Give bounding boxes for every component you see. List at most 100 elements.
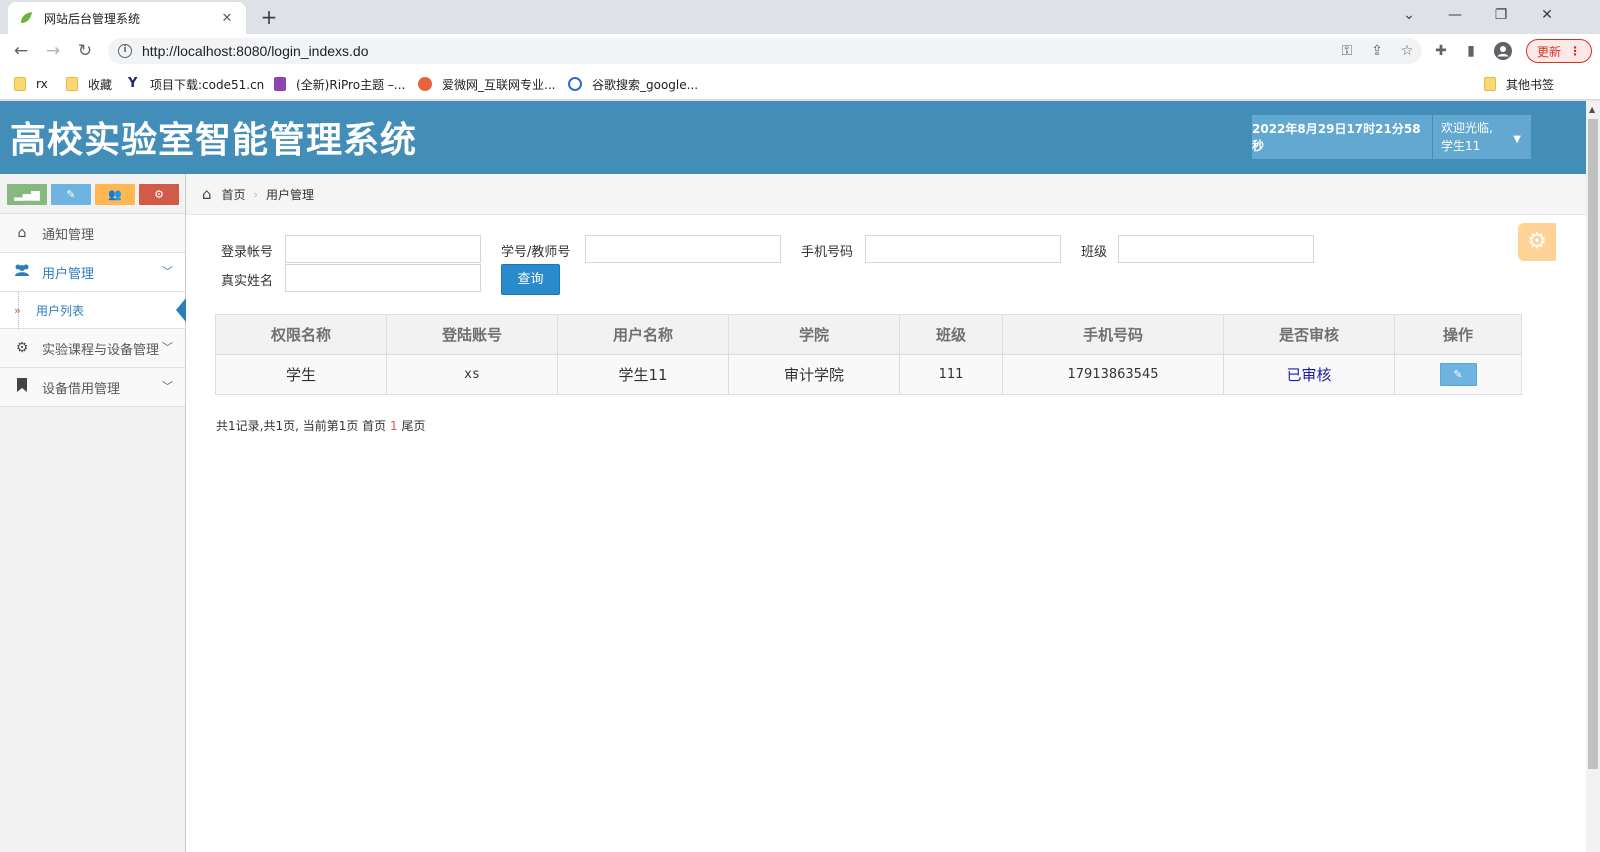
- user-table: 权限名称 登陆账号 用户名称 学院 班级 手机号码 是否审核 操作 学生 xs …: [215, 314, 1522, 395]
- breadcrumb-home[interactable]: 首页: [222, 186, 246, 203]
- site-ripro-icon: [274, 77, 286, 91]
- spring-leaf-icon: [18, 10, 34, 26]
- sidebar-item-notice[interactable]: ⌂ 通知管理: [0, 214, 185, 253]
- datetime-display: 2022年8月29日17时21分58秒: [1252, 115, 1432, 159]
- breadcrumb-separator: ›: [253, 187, 258, 201]
- share-icon[interactable]: ⇪: [1362, 43, 1392, 59]
- scroll-thumb[interactable]: [1588, 119, 1598, 769]
- pencil-icon[interactable]: ✎: [51, 184, 91, 205]
- info-icon[interactable]: i: [118, 44, 132, 58]
- bookmark-label: rx: [36, 77, 48, 91]
- menu-dots-icon: ⋮: [1569, 44, 1581, 58]
- sidebar-item-borrow[interactable]: 设备借用管理 ﹀: [0, 368, 185, 407]
- active-indicator: [176, 298, 186, 322]
- bookmark-item[interactable]: Y 项目下载:code51.cn: [128, 75, 264, 93]
- class-input[interactable]: [1118, 235, 1314, 263]
- chevron-down-icon: ﹀: [162, 341, 173, 354]
- site-aiweiwang-icon: [418, 77, 432, 91]
- column-header: 学院: [728, 314, 900, 355]
- update-label: 更新: [1536, 44, 1561, 59]
- restore-icon[interactable]: ❐: [1478, 0, 1524, 30]
- sidebar-item-user-list[interactable]: » 用户列表: [0, 292, 186, 329]
- folder-icon: [1484, 77, 1496, 91]
- other-bookmarks[interactable]: 其他书签: [1484, 75, 1554, 93]
- column-header: 手机号码: [1002, 314, 1224, 355]
- bookmark-icon: [12, 378, 32, 396]
- user-menu[interactable]: 欢迎光临, 学生11 ▼: [1433, 115, 1531, 159]
- profile-icon[interactable]: [1490, 38, 1516, 64]
- extensions-icon[interactable]: ✚: [1428, 38, 1454, 64]
- signal-icon[interactable]: ▂▄▆: [7, 184, 47, 205]
- pager-last[interactable]: 尾页: [401, 419, 425, 433]
- student-no-input[interactable]: [585, 235, 781, 263]
- phone-input[interactable]: [865, 235, 1061, 263]
- browser-toolbar: ← → ↻ i http://localhost:8080/login_inde…: [0, 34, 1600, 68]
- app-title: 高校实验室智能管理系统: [10, 119, 418, 160]
- tab-search-icon[interactable]: ⌄: [1386, 0, 1432, 30]
- bookmark-label: 爱微网_互联网专业...: [442, 77, 556, 92]
- group-icon[interactable]: 👥: [95, 184, 135, 205]
- real-name-input[interactable]: [285, 264, 481, 292]
- sidebar-shortcuts: ▂▄▆ ✎ 👥 ⚙: [0, 174, 185, 214]
- sidebar-item-label: 通知管理: [42, 227, 95, 243]
- edit-icon: ✎: [1453, 368, 1463, 381]
- bookmark-label: (全新)RiPro主题 –...: [296, 77, 406, 92]
- cogs-icon[interactable]: ⚙: [139, 184, 179, 205]
- bookmark-item[interactable]: 谷歌搜索_google...: [568, 75, 698, 93]
- bookmark-item[interactable]: 爱微网_互联网专业...: [418, 75, 555, 93]
- cell-account: xs: [386, 354, 558, 395]
- page-viewport: 高校实验室智能管理系统 2022年8月29日17时21分58秒 欢迎光临, 学生…: [0, 101, 1586, 852]
- bookmark-item[interactable]: (全新)RiPro主题 –...: [274, 75, 405, 93]
- pager-summary: 共1记录,共1页, 当前第1页 首页: [216, 419, 387, 433]
- star-icon[interactable]: ☆: [1392, 43, 1422, 59]
- chevron-down-icon: ﹀: [162, 265, 173, 278]
- home-icon[interactable]: ⌂: [202, 185, 212, 203]
- users-icon: [12, 263, 32, 281]
- folder-icon: [14, 77, 26, 91]
- double-chevron-icon: »: [14, 303, 21, 317]
- forward-icon[interactable]: →: [40, 38, 66, 64]
- sidebar-item-label: 设备借用管理: [42, 381, 121, 397]
- update-button[interactable]: 更新 ⋮: [1526, 39, 1592, 63]
- browser-tab[interactable]: 网站后台管理系统 ✕: [8, 2, 246, 34]
- username: 学生11: [1441, 139, 1481, 153]
- tab-title: 网站后台管理系统: [44, 11, 141, 26]
- sidebar-item-courses[interactable]: ⚙ 实验课程与设备管理 ﹀: [0, 329, 185, 368]
- sidebar-item-users[interactable]: 用户管理 ﹀: [0, 253, 185, 292]
- back-icon[interactable]: ←: [8, 38, 34, 64]
- bookmark-item[interactable]: 收藏: [66, 75, 112, 93]
- table-row: 学生 xs 学生11 审计学院 111 17913863545 已审核 ✎: [215, 354, 1522, 395]
- minimize-icon[interactable]: —: [1432, 0, 1478, 30]
- tab-close-icon[interactable]: ✕: [218, 11, 236, 26]
- sidebar-item-label: 实验课程与设备管理: [42, 342, 160, 358]
- close-window-icon[interactable]: ✕: [1524, 0, 1570, 30]
- home-icon: ⌂: [17, 225, 27, 241]
- bookmark-item[interactable]: rx: [14, 75, 48, 93]
- key-icon[interactable]: ⚿: [1332, 43, 1362, 59]
- scroll-up-icon[interactable]: ▲: [1589, 105, 1595, 114]
- caret-down-icon: ▼: [1513, 134, 1521, 145]
- bookmark-label: 谷歌搜索_google...: [592, 77, 699, 92]
- sidebar-item-label: 用户管理: [42, 266, 95, 282]
- app-header: 高校实验室智能管理系统 2022年8月29日17时21分58秒 欢迎光临, 学生…: [0, 101, 1586, 174]
- column-header: 班级: [899, 314, 1003, 355]
- sidebar: ▂▄▆ ✎ 👥 ⚙ ⌂ 通知管理 用户管理 ﹀ » 用户列表 ⚙ 实验课程与设备…: [0, 174, 186, 852]
- cell-role: 学生: [215, 354, 387, 395]
- gear-icon[interactable]: ⚙: [1518, 223, 1556, 261]
- breadcrumb-current: 用户管理: [265, 187, 314, 202]
- reload-icon[interactable]: ↻: [72, 38, 98, 64]
- page-scrollbar[interactable]: ▲: [1586, 101, 1600, 852]
- pager-current-page[interactable]: 1: [390, 419, 398, 433]
- student-no-label: 学号/教师号: [501, 245, 571, 260]
- address-bar[interactable]: i http://localhost:8080/login_indexs.do …: [108, 38, 1422, 64]
- new-tab-button[interactable]: +: [256, 5, 282, 31]
- url-text[interactable]: http://localhost:8080/login_indexs.do: [142, 43, 1332, 59]
- edit-button[interactable]: ✎: [1439, 363, 1477, 386]
- side-panel-icon[interactable]: ▮: [1458, 38, 1484, 64]
- cell-phone: 17913863545: [1002, 354, 1224, 395]
- login-account-input[interactable]: [285, 235, 481, 263]
- query-button[interactable]: 查询: [501, 264, 560, 295]
- column-header: 操作: [1394, 314, 1522, 355]
- bookmarks-bar: rx 收藏 Y 项目下载:code51.cn (全新)RiPro主题 –... …: [0, 68, 1600, 100]
- real-name-label: 真实姓名: [221, 274, 274, 289]
